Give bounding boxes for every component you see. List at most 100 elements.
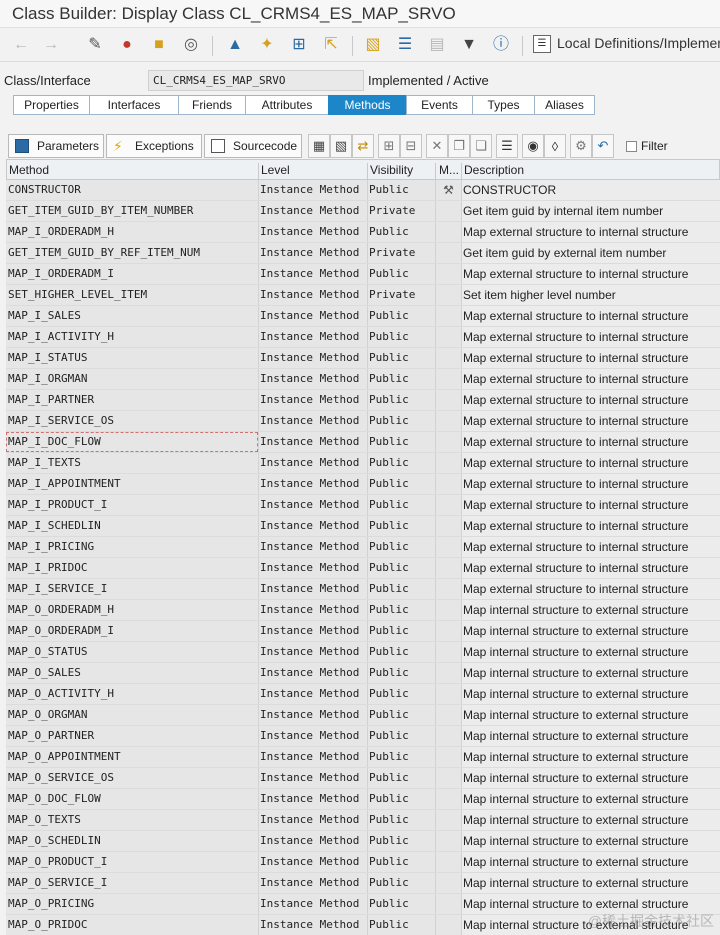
- level-cell[interactable]: Instance Method: [258, 873, 367, 893]
- modeled-cell[interactable]: [435, 558, 461, 578]
- visibility-cell[interactable]: Public: [367, 684, 435, 704]
- visibility-cell[interactable]: Public: [367, 432, 435, 452]
- table-row[interactable]: MAP_I_SERVICE_I Instance Method Public Map …: [6, 579, 720, 600]
- method-cell[interactable]: MAP_I_PARTNER: [6, 390, 258, 410]
- table-row[interactable]: MAP_O_ORDERADM_I Instance Method Public Map…: [6, 621, 720, 642]
- description-cell[interactable]: Map external structure to internal struc…: [461, 411, 720, 431]
- tab-interfaces[interactable]: Interfaces: [89, 95, 178, 115]
- visibility-cell[interactable]: Private: [367, 243, 435, 263]
- level-cell[interactable]: Instance Method: [258, 894, 367, 914]
- modeled-cell[interactable]: [435, 306, 461, 326]
- description-cell[interactable]: Map external structure to internal struc…: [461, 222, 720, 242]
- table-row[interactable]: MAP_I_DOC_FLOW Instance Method Public Map e…: [6, 432, 720, 453]
- table-row[interactable]: MAP_O_SALES Instance Method Public Map inte…: [6, 663, 720, 684]
- column-header-level[interactable]: Level: [261, 163, 290, 177]
- description-cell[interactable]: Map internal structure to external struc…: [461, 684, 720, 704]
- modeled-cell[interactable]: [435, 726, 461, 746]
- level-cell[interactable]: Instance Method: [258, 201, 367, 221]
- modeled-cell[interactable]: [435, 705, 461, 725]
- description-cell[interactable]: Map external structure to internal struc…: [461, 264, 720, 284]
- other-object-icon[interactable]: ■: [148, 34, 170, 56]
- level-cell[interactable]: Instance Method: [258, 915, 367, 935]
- method-cell[interactable]: MAP_I_DOC_FLOW: [6, 432, 258, 452]
- table-row[interactable]: MAP_O_PRODUCT_I Instance Method Public Map …: [6, 852, 720, 873]
- modeled-cell[interactable]: [435, 453, 461, 473]
- modeled-cell[interactable]: [435, 621, 461, 641]
- table-row[interactable]: CONSTRUCTOR Instance Method Public ⚒ CONSTRU…: [6, 180, 720, 201]
- description-cell[interactable]: Map external structure to internal struc…: [461, 327, 720, 347]
- level-cell[interactable]: Instance Method: [258, 264, 367, 284]
- level-cell[interactable]: Instance Method: [258, 369, 367, 389]
- undo-icon[interactable]: ↶: [592, 134, 614, 158]
- description-cell[interactable]: Map internal structure to external struc…: [461, 873, 720, 893]
- table-row[interactable]: MAP_I_ORDERADM_H Instance Method Public Map…: [6, 222, 720, 243]
- visibility-cell[interactable]: Public: [367, 474, 435, 494]
- method-cell[interactable]: MAP_I_ORDERADM_I: [6, 264, 258, 284]
- table-row[interactable]: GET_ITEM_GUID_BY_REF_ITEM_NUM Instance Me…: [6, 243, 720, 264]
- table-row[interactable]: MAP_I_SALES Instance Method Public Map exte…: [6, 306, 720, 327]
- description-cell[interactable]: Map external structure to internal struc…: [461, 432, 720, 452]
- level-cell[interactable]: Instance Method: [258, 684, 367, 704]
- level-cell[interactable]: Instance Method: [258, 810, 367, 830]
- modeled-cell[interactable]: [435, 600, 461, 620]
- modeled-cell[interactable]: [435, 537, 461, 557]
- level-cell[interactable]: Instance Method: [258, 579, 367, 599]
- level-cell[interactable]: Instance Method: [258, 831, 367, 851]
- visibility-cell[interactable]: Public: [367, 390, 435, 410]
- description-cell[interactable]: Map external structure to internal struc…: [461, 495, 720, 515]
- level-cell[interactable]: Instance Method: [258, 222, 367, 242]
- table-row[interactable]: MAP_O_DOC_FLOW Instance Method Public Map i…: [6, 789, 720, 810]
- modeled-cell[interactable]: [435, 894, 461, 914]
- table-row[interactable]: MAP_O_SCHEDLIN Instance Method Public Map i…: [6, 831, 720, 852]
- find-icon[interactable]: ◉: [522, 134, 544, 158]
- level-cell[interactable]: Instance Method: [258, 558, 367, 578]
- table-row[interactable]: SET_HIGHER_LEVEL_ITEM Instance Method Priv…: [6, 285, 720, 306]
- method-cell[interactable]: MAP_I_APPOINTMENT: [6, 474, 258, 494]
- copy-icon[interactable]: ❐: [448, 134, 470, 158]
- modeled-cell[interactable]: [435, 768, 461, 788]
- level-cell[interactable]: Instance Method: [258, 642, 367, 662]
- method-cell[interactable]: MAP_O_SERVICE_OS: [6, 768, 258, 788]
- active-inactive-icon[interactable]: ●: [116, 34, 138, 56]
- modeled-cell[interactable]: [435, 390, 461, 410]
- modeled-cell[interactable]: [435, 369, 461, 389]
- layout-icon[interactable]: ▤: [426, 34, 448, 56]
- modeled-cell[interactable]: [435, 684, 461, 704]
- level-cell[interactable]: Instance Method: [258, 705, 367, 725]
- table-row[interactable]: MAP_I_ACTIVITY_H Instance Method Public Map…: [6, 327, 720, 348]
- visibility-cell[interactable]: Public: [367, 831, 435, 851]
- level-cell[interactable]: Instance Method: [258, 495, 367, 515]
- modeled-cell[interactable]: [435, 474, 461, 494]
- insert-row-icon[interactable]: ▦: [308, 134, 330, 158]
- class-interface-field[interactable]: CL_CRMS4_ES_MAP_SRVO: [148, 70, 364, 91]
- visibility-cell[interactable]: Public: [367, 369, 435, 389]
- method-cell[interactable]: MAP_O_ACTIVITY_H: [6, 684, 258, 704]
- modeled-cell[interactable]: [435, 747, 461, 767]
- description-cell[interactable]: Map internal structure to external struc…: [461, 726, 720, 746]
- wizard-icon[interactable]: ✦: [256, 34, 278, 56]
- method-cell[interactable]: MAP_I_SALES: [6, 306, 258, 326]
- info-icon[interactable]: ⓘ: [490, 34, 512, 56]
- delete-row-icon[interactable]: ⊟: [400, 134, 422, 158]
- level-cell[interactable]: Instance Method: [258, 663, 367, 683]
- cut-icon[interactable]: ✕: [426, 134, 448, 158]
- level-cell[interactable]: Instance Method: [258, 180, 367, 200]
- column-header-description[interactable]: Description: [464, 163, 524, 177]
- hierarchy-icon[interactable]: ▧: [362, 34, 384, 56]
- method-cell[interactable]: MAP_O_TEXTS: [6, 810, 258, 830]
- modeled-cell[interactable]: [435, 663, 461, 683]
- modeled-cell[interactable]: [435, 348, 461, 368]
- method-cell[interactable]: MAP_I_SERVICE_OS: [6, 411, 258, 431]
- tab-attributes[interactable]: Attributes: [245, 95, 328, 115]
- method-cell[interactable]: MAP_I_TEXTS: [6, 453, 258, 473]
- method-cell[interactable]: MAP_O_PRICING: [6, 894, 258, 914]
- paste-icon[interactable]: ❏: [470, 134, 492, 158]
- table-row[interactable]: MAP_O_ACTIVITY_H Instance Method Public Map…: [6, 684, 720, 705]
- description-cell[interactable]: Map internal structure to external struc…: [461, 768, 720, 788]
- description-cell[interactable]: Map external structure to internal struc…: [461, 516, 720, 536]
- display-change-icon[interactable]: ✎: [84, 34, 106, 56]
- level-cell[interactable]: Instance Method: [258, 600, 367, 620]
- table-row[interactable]: MAP_O_APPOINTMENT Instance Method Public Ma…: [6, 747, 720, 768]
- table-row[interactable]: MAP_I_TEXTS Instance Method Public Map exte…: [6, 453, 720, 474]
- method-cell[interactable]: MAP_O_ORDERADM_H: [6, 600, 258, 620]
